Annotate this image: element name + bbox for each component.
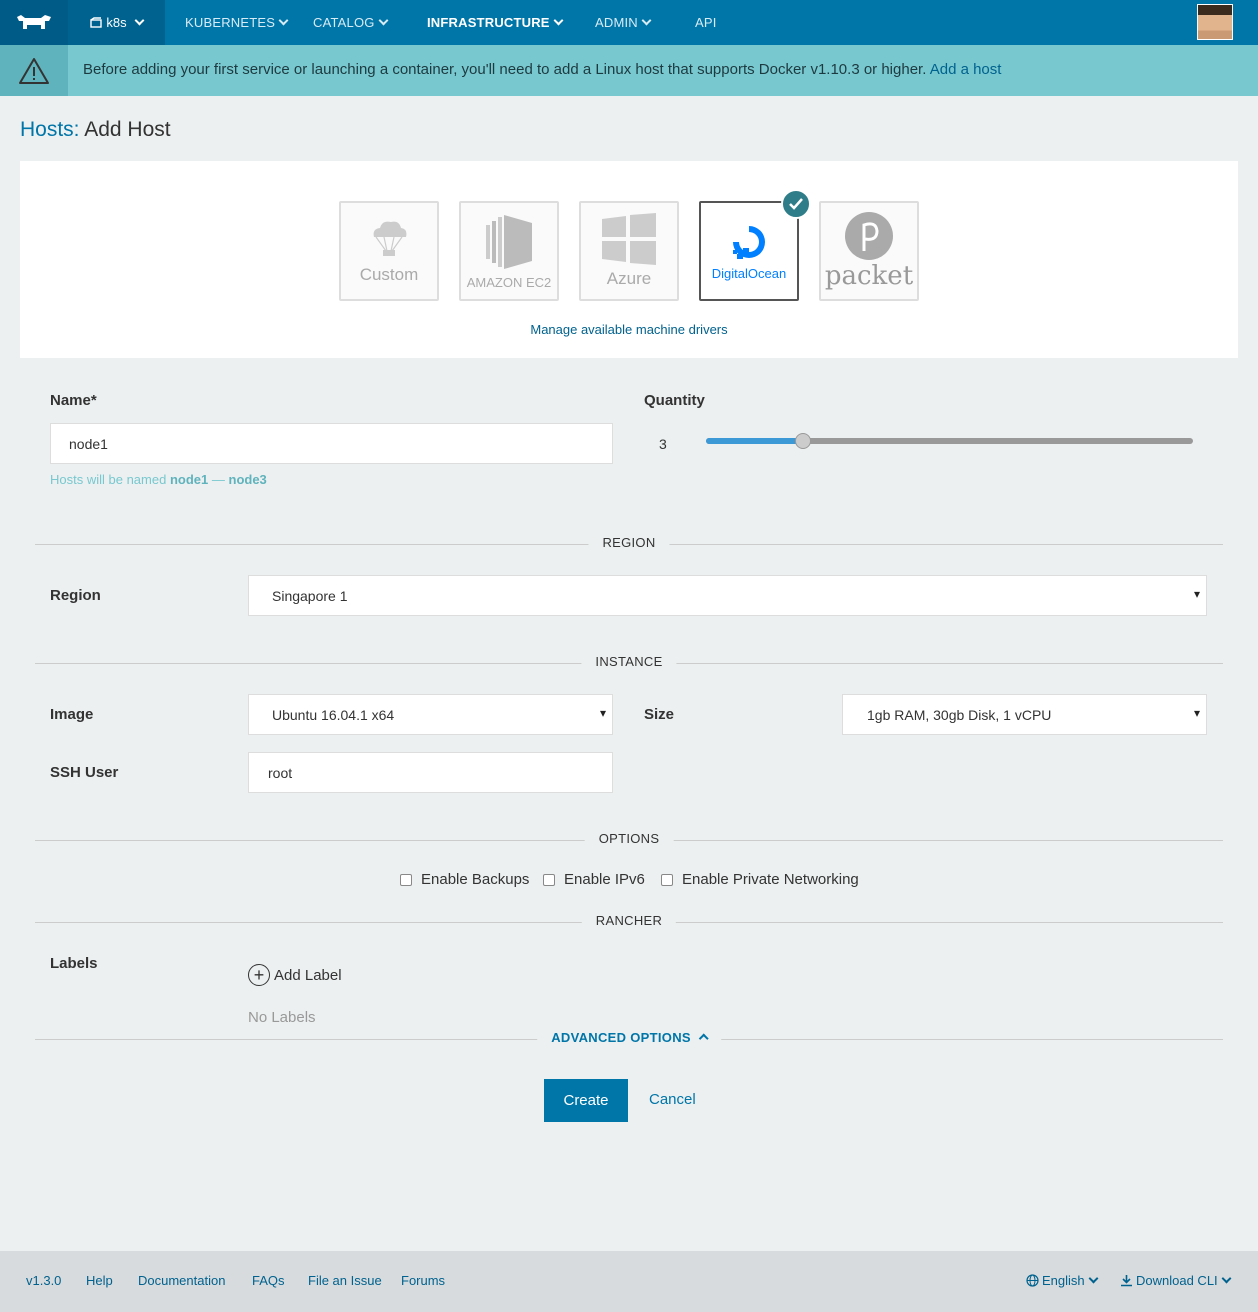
download-cli-menu[interactable]: Download CLI: [1120, 1273, 1232, 1288]
nav-infrastructure[interactable]: INFRASTRUCTURE: [427, 0, 564, 45]
environment-icon: [90, 17, 103, 28]
enable-backups-option[interactable]: Enable Backups: [400, 871, 529, 888]
amazon-ec2-icon: [486, 214, 532, 269]
quantity-slider[interactable]: [706, 433, 1193, 449]
digitalocean-icon: [733, 225, 765, 259]
driver-amazon-ec2-label: AMAZON EC2: [466, 274, 552, 290]
top-navbar: k8s KUBERNETES CATALOG INFRASTRUCTURE AD…: [0, 0, 1258, 45]
banner-message: Before adding your first service or laun…: [83, 61, 1002, 78]
windows-icon: [602, 213, 656, 265]
image-label: Image: [50, 706, 94, 723]
environment-switcher[interactable]: k8s: [68, 0, 165, 45]
chevron-down-icon: [641, 15, 652, 25]
quantity-slider-handle[interactable]: [795, 433, 812, 449]
labels-label: Labels: [50, 955, 98, 972]
region-label: Region: [50, 587, 101, 604]
selected-check-icon: [781, 189, 811, 219]
enable-backups-checkbox[interactable]: [400, 873, 412, 886]
options-checkboxes: Enable Backups Enable IPv6 Enable Privat…: [0, 871, 1258, 891]
nav-catalog[interactable]: CATALOG: [313, 0, 389, 45]
footer-help-link[interactable]: Help: [86, 1273, 113, 1288]
no-labels-text: No Labels: [248, 1009, 316, 1026]
driver-packet[interactable]: packet: [819, 201, 919, 301]
user-avatar[interactable]: [1197, 4, 1233, 40]
ssh-user-label: SSH User: [50, 764, 119, 781]
page-title-prefix: Hosts:: [20, 118, 80, 141]
enable-private-networking-option[interactable]: Enable Private Networking: [661, 871, 859, 888]
chevron-down-icon: [278, 15, 289, 25]
banner-icon-area: [0, 45, 68, 96]
quantity-value: 3: [659, 436, 667, 452]
enable-ipv6-option[interactable]: Enable IPv6: [543, 871, 645, 888]
page-title: Hosts: Add Host: [20, 118, 171, 142]
quantity-label: Quantity: [644, 392, 705, 409]
footer-forums-link[interactable]: Forums: [401, 1273, 445, 1288]
enable-private-networking-checkbox[interactable]: [661, 873, 673, 886]
advanced-options-toggle[interactable]: ADVANCED OPTIONS: [35, 1030, 1223, 1050]
create-button[interactable]: Create: [544, 1079, 628, 1122]
driver-digitalocean-label: DigitalOcean: [711, 265, 787, 281]
rancher-section-header: RANCHER: [35, 913, 1223, 933]
chevron-down-icon: [378, 15, 389, 25]
driver-packet-label: packet: [824, 261, 914, 291]
footer-faqs-link[interactable]: FAQs: [252, 1273, 285, 1288]
driver-azure-label: Azure: [606, 269, 652, 288]
image-select-value: Ubuntu 16.04.1 x64: [272, 706, 395, 723]
warning-icon: [19, 57, 49, 84]
chevron-up-icon: [698, 1033, 709, 1044]
cancel-button[interactable]: Cancel: [649, 1091, 696, 1108]
footer-documentation-link[interactable]: Documentation: [138, 1273, 225, 1288]
size-select[interactable]: 1gb RAM, 30gb Disk, 1 vCPU: [842, 694, 1207, 735]
quantity-slider-fill: [706, 438, 804, 444]
add-label-button[interactable]: + Add Label: [248, 964, 342, 986]
footer-file-issue-link[interactable]: File an Issue: [308, 1273, 382, 1288]
driver-custom-label: Custom: [359, 265, 419, 284]
packet-icon: [845, 212, 893, 260]
chevron-down-icon: [1088, 1273, 1099, 1283]
enable-ipv6-checkbox[interactable]: [543, 873, 555, 886]
region-select[interactable]: Singapore 1: [248, 575, 1207, 616]
language-selector[interactable]: English: [1026, 1273, 1099, 1288]
page-title-text: Add Host: [84, 118, 171, 141]
nav-kubernetes[interactable]: KUBERNETES: [185, 0, 289, 45]
size-select-value: 1gb RAM, 30gb Disk, 1 vCPU: [867, 706, 1052, 723]
add-host-link[interactable]: Add a host: [930, 61, 1002, 78]
ssh-user-input[interactable]: root: [248, 752, 613, 793]
globe-icon: [1026, 1274, 1039, 1287]
driver-azure[interactable]: Azure: [579, 201, 679, 301]
region-section-header: REGION: [35, 535, 1223, 555]
name-label: Name*: [50, 392, 97, 409]
chevron-down-icon: [134, 15, 145, 25]
driver-custom[interactable]: Custom: [339, 201, 439, 301]
name-hint: Hosts will be named node1 — node3: [50, 472, 267, 487]
region-select-value: Singapore 1: [272, 587, 348, 604]
driver-digitalocean[interactable]: DigitalOcean: [699, 189, 811, 301]
name-input[interactable]: node1: [50, 423, 613, 464]
footer-version[interactable]: v1.3.0: [26, 1273, 61, 1288]
rancher-cow-icon: [17, 14, 51, 29]
download-icon: [1121, 1275, 1132, 1287]
instance-section-header: INSTANCE: [35, 654, 1223, 674]
rancher-logo[interactable]: [0, 0, 68, 45]
nav-api[interactable]: API: [695, 0, 717, 45]
warning-banner: Before adding your first service or laun…: [0, 45, 1258, 96]
image-select[interactable]: Ubuntu 16.04.1 x64: [248, 694, 613, 735]
cloud-parachute-icon: [373, 221, 407, 256]
chevron-down-icon: [1221, 1273, 1232, 1283]
size-label: Size: [644, 706, 675, 723]
manage-drivers-link[interactable]: Manage available machine drivers: [20, 322, 1238, 337]
machine-driver-panel: Custom AMAZON EC2 Azure DigitalOcean pac…: [20, 161, 1238, 358]
options-section-header: OPTIONS: [35, 831, 1223, 851]
plus-circle-icon: +: [248, 964, 270, 986]
footer: v1.3.0 Help Documentation FAQs File an I…: [0, 1251, 1258, 1312]
environment-name: k8s: [106, 15, 127, 30]
nav-admin[interactable]: ADMIN: [595, 0, 652, 45]
chevron-down-icon: [553, 15, 564, 25]
driver-amazon-ec2[interactable]: AMAZON EC2: [459, 201, 559, 301]
